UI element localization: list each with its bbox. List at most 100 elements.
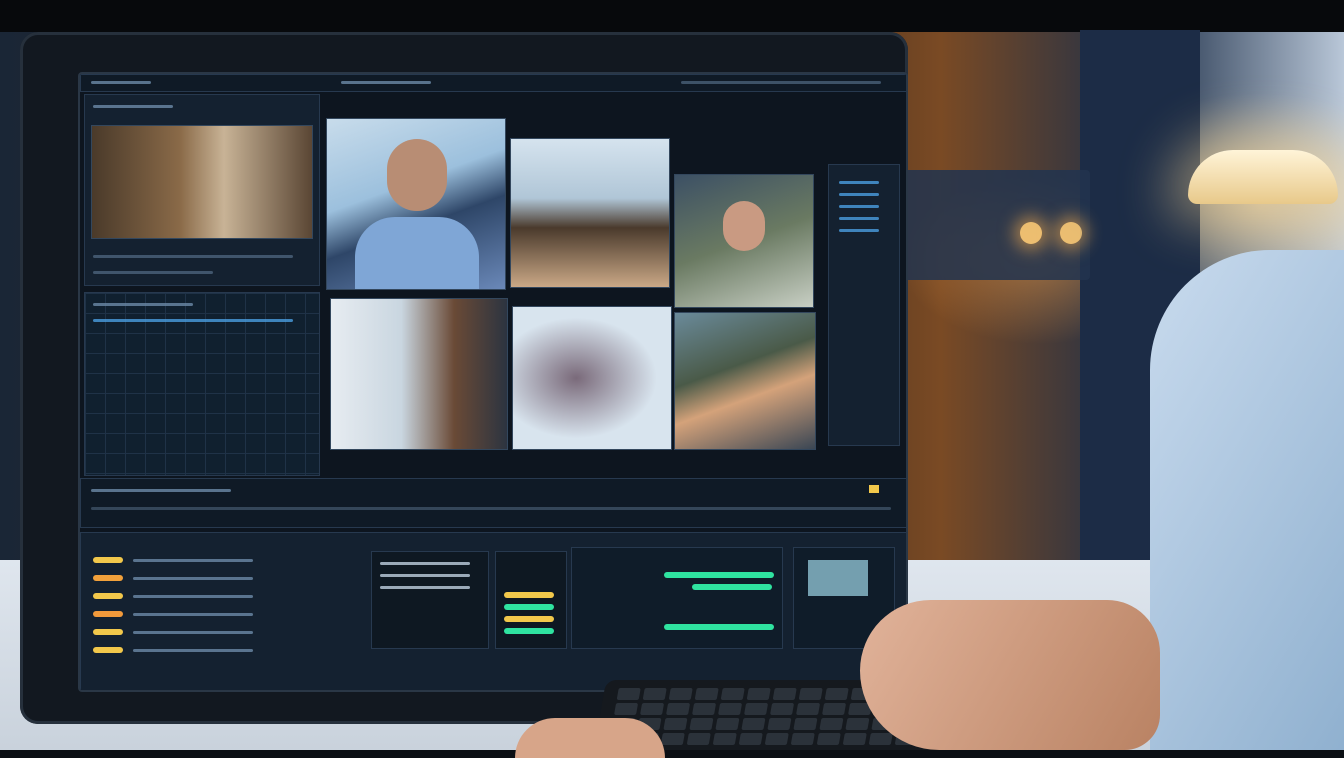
keyboard-key[interactable] bbox=[824, 688, 849, 700]
green-clip[interactable] bbox=[664, 572, 774, 578]
track-color-marker[interactable] bbox=[93, 647, 123, 653]
clip-abstract[interactable] bbox=[512, 306, 672, 450]
keyboard-key[interactable] bbox=[640, 703, 665, 715]
keyboard-key[interactable] bbox=[770, 703, 795, 715]
keyboard-key[interactable] bbox=[822, 703, 847, 715]
background-shelf bbox=[900, 170, 1090, 280]
green-clip[interactable] bbox=[692, 584, 772, 590]
keyboard-key[interactable] bbox=[663, 718, 688, 730]
track-label bbox=[133, 631, 253, 634]
hand-right bbox=[860, 600, 1160, 750]
keyboard-key[interactable] bbox=[738, 733, 763, 745]
monitor bbox=[20, 32, 908, 724]
track-label bbox=[133, 595, 253, 598]
track-label bbox=[133, 649, 253, 652]
top-black-band bbox=[0, 0, 1344, 32]
keyboard-key[interactable] bbox=[689, 718, 714, 730]
track-label bbox=[133, 559, 253, 562]
effects-panel[interactable] bbox=[84, 292, 320, 476]
clip-workers[interactable] bbox=[674, 312, 816, 450]
editing-software-screen bbox=[78, 72, 908, 692]
playhead-marker[interactable] bbox=[869, 485, 879, 493]
keyboard-key[interactable] bbox=[666, 703, 691, 715]
clip-info-box[interactable] bbox=[371, 551, 489, 649]
keyboard-key[interactable] bbox=[614, 703, 639, 715]
keyboard-key[interactable] bbox=[715, 718, 740, 730]
track-color-marker[interactable] bbox=[93, 629, 123, 635]
clip-woman-glasses[interactable] bbox=[674, 174, 814, 308]
track-color-marker[interactable] bbox=[93, 575, 123, 581]
ruler-text bbox=[91, 489, 231, 492]
shelf-light bbox=[1020, 222, 1042, 244]
property-row[interactable] bbox=[839, 193, 879, 196]
panel-title bbox=[93, 105, 173, 108]
face-shape bbox=[723, 201, 765, 251]
source-viewer-panel[interactable] bbox=[84, 94, 320, 286]
hand-left bbox=[515, 718, 665, 758]
preview-frame bbox=[808, 560, 868, 596]
info-text bbox=[380, 586, 470, 589]
meter-bar bbox=[504, 616, 554, 622]
track-color-marker[interactable] bbox=[93, 593, 123, 599]
property-row[interactable] bbox=[839, 205, 879, 208]
info-text bbox=[380, 574, 470, 577]
keyboard-key[interactable] bbox=[720, 688, 745, 700]
keyboard-key[interactable] bbox=[712, 733, 737, 745]
clip-interior[interactable] bbox=[330, 298, 508, 450]
keyboard-key[interactable] bbox=[668, 688, 693, 700]
track-label bbox=[133, 577, 253, 580]
app-toolbar bbox=[80, 74, 906, 92]
property-row[interactable] bbox=[839, 229, 879, 232]
toolbar-text bbox=[91, 81, 151, 84]
timecode bbox=[93, 271, 213, 274]
keyboard-key[interactable] bbox=[796, 703, 821, 715]
track-color-marker[interactable] bbox=[93, 557, 123, 563]
keyboard-key[interactable] bbox=[694, 688, 719, 700]
keyboard-key[interactable] bbox=[772, 688, 797, 700]
keyboard-key[interactable] bbox=[660, 733, 685, 745]
toolbar-text bbox=[341, 81, 431, 84]
keyboard-key[interactable] bbox=[845, 718, 870, 730]
shelf-light bbox=[1060, 222, 1082, 244]
timeline-panel[interactable] bbox=[80, 532, 906, 690]
face-shape bbox=[387, 139, 447, 211]
property-row[interactable] bbox=[839, 181, 879, 184]
keyboard-key[interactable] bbox=[686, 733, 711, 745]
keyboard-key[interactable] bbox=[642, 688, 667, 700]
keyboard-key[interactable] bbox=[819, 718, 844, 730]
property-row[interactable] bbox=[839, 217, 879, 220]
keyboard-key[interactable] bbox=[616, 688, 641, 700]
panel-title bbox=[93, 303, 193, 306]
meter-bar bbox=[504, 592, 554, 598]
waveform-area[interactable] bbox=[571, 547, 783, 649]
toolbar-icons bbox=[681, 81, 881, 84]
info-text bbox=[380, 562, 470, 565]
person-arm bbox=[1150, 250, 1344, 750]
keyboard-key[interactable] bbox=[692, 703, 717, 715]
keyboard-key[interactable] bbox=[746, 688, 771, 700]
meter-bar bbox=[504, 628, 554, 634]
keyboard-key[interactable] bbox=[767, 718, 792, 730]
green-clip[interactable] bbox=[664, 624, 774, 630]
track-label bbox=[133, 613, 253, 616]
meter-bar bbox=[504, 604, 554, 610]
transport-controls[interactable] bbox=[93, 255, 293, 258]
keyboard-key[interactable] bbox=[790, 733, 815, 745]
keyboard-key[interactable] bbox=[744, 703, 769, 715]
clip-window-room[interactable] bbox=[510, 138, 670, 288]
keyboard-key[interactable] bbox=[718, 703, 743, 715]
source-viewer-frame[interactable] bbox=[91, 125, 313, 239]
keyboard-key[interactable] bbox=[741, 718, 766, 730]
keyboard-key[interactable] bbox=[842, 733, 867, 745]
clip-man-portrait[interactable] bbox=[326, 118, 506, 290]
timeline-ruler[interactable] bbox=[80, 478, 906, 528]
keyboard-key[interactable] bbox=[793, 718, 818, 730]
parameter-bar[interactable] bbox=[93, 319, 293, 322]
keyboard-key[interactable] bbox=[798, 688, 823, 700]
audio-meter bbox=[495, 551, 567, 649]
track-color-marker[interactable] bbox=[93, 611, 123, 617]
keyboard-key[interactable] bbox=[816, 733, 841, 745]
keyboard-key[interactable] bbox=[868, 733, 893, 745]
keyboard-key[interactable] bbox=[764, 733, 789, 745]
side-properties-panel[interactable] bbox=[828, 164, 900, 446]
